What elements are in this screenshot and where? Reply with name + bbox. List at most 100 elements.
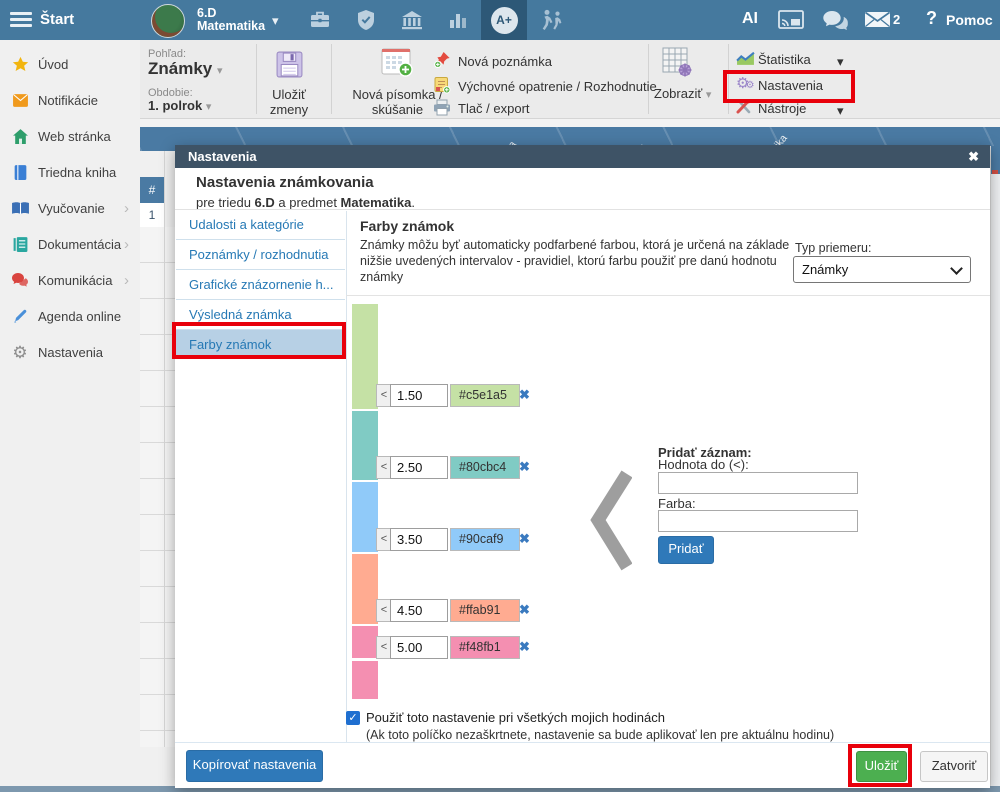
sidebar-item-label: Agenda online — [38, 309, 121, 324]
class-avatar[interactable] — [151, 4, 185, 38]
star-icon — [9, 56, 31, 73]
new-note-button[interactable]: Nová poznámka — [458, 54, 552, 69]
modal-nav-udalosti-a-kategorie[interactable]: Udalosti a kategórie — [176, 210, 345, 239]
shield-check-icon[interactable] — [343, 0, 389, 40]
close-button[interactable]: Zatvoriť — [920, 751, 988, 782]
delete-rule-icon[interactable]: ✖ — [519, 459, 530, 475]
sidebar-item-web-stranka[interactable]: Web stránka — [0, 118, 140, 154]
chevron-right-icon: › — [124, 236, 129, 253]
menu-icon[interactable] — [10, 12, 32, 28]
rule-color-swatch: #80cbc4 — [450, 456, 520, 479]
print-export-button[interactable]: Tlač / export — [458, 101, 530, 116]
class-subject-selector[interactable]: 6.D Matematika — [197, 7, 265, 33]
action-button[interactable]: Výchovné opatrenie / Rozhodnutie — [458, 79, 657, 94]
save-button[interactable]: Uložiť — [856, 751, 907, 782]
settings-button[interactable]: Nastavenia — [758, 78, 823, 93]
average-type-label: Typ priemeru: — [795, 241, 871, 255]
background-grade-mark — [992, 170, 998, 174]
attendance-icon[interactable] — [528, 0, 574, 40]
mail-icon[interactable] — [864, 11, 891, 33]
sidebar-item-dokumentacia[interactable]: Dokumentácia› — [0, 226, 140, 262]
dialog-title: Nastavenia — [188, 149, 257, 164]
tools-button[interactable]: Nástroje — [758, 101, 806, 116]
institution-icon[interactable] — [389, 0, 435, 40]
view-selector[interactable]: Známky ▾ — [148, 59, 223, 79]
sidebar-item-label: Triedna kniha — [38, 165, 116, 180]
statistics-button[interactable]: Štatistika — [758, 52, 811, 67]
briefcase-icon[interactable] — [297, 0, 343, 40]
add-value-label: Hodnota do (<): — [658, 457, 749, 472]
add-value-input[interactable] — [658, 472, 858, 494]
edupage-grades-page: Štart 6.D Matematika ▾ A+ AI — [0, 0, 1000, 792]
rule-color-swatch: #ffab91 — [450, 599, 520, 622]
add-color-input[interactable] — [658, 510, 858, 532]
color-bar-segment — [352, 411, 378, 480]
document-icon — [9, 236, 31, 253]
new-test-button[interactable]: Nová písomka / skúšanie — [350, 87, 445, 117]
sidebar-item-vyucovanie[interactable]: Vyučovanie› — [0, 190, 140, 226]
sidebar-item-komunikacia[interactable]: Komunikácia› — [0, 262, 140, 298]
chevron-down-icon[interactable]: ▾ — [837, 103, 844, 119]
sidebar-item-agenda-online[interactable]: Agenda online — [0, 298, 140, 334]
ai-button[interactable]: AI — [742, 10, 758, 28]
start-button[interactable]: Štart — [40, 11, 74, 28]
color-bar-segment — [352, 554, 378, 624]
sidebar-item-label: Web stránka — [38, 129, 111, 144]
action-icon — [433, 76, 451, 99]
modal-nav-vysledna-znamka[interactable]: Výsledná známka — [176, 299, 345, 329]
settings-gears-icon: ⚙⚙ — [736, 74, 754, 92]
chevron-down-icon[interactable]: ▾ — [837, 54, 844, 70]
rule-value-input[interactable] — [390, 636, 448, 659]
delete-rule-icon[interactable]: ✖ — [519, 387, 530, 403]
sidebar-item-notifikacie[interactable]: Notifikácie — [0, 82, 140, 118]
sidebar-item-label: Úvod — [38, 57, 68, 72]
grades-tab[interactable]: A+ — [481, 0, 527, 40]
sidebar-item-triedna-kniha[interactable]: Triedna kniha — [0, 154, 140, 190]
section-description: Známky môžu byť automaticky podfarbené f… — [360, 237, 812, 285]
apply-all-checkbox[interactable]: ✓ — [346, 711, 360, 725]
help-button[interactable]: Pomoc — [946, 12, 993, 28]
grades-toolbar: Pohľad: Známky ▾ Obdobie: 1. polrok ▾ Ul… — [140, 40, 1000, 119]
sidebar-item-uvod[interactable]: Úvod — [0, 46, 140, 82]
color-bar-segment — [352, 304, 378, 409]
chevron-down-icon[interactable]: ▾ — [272, 13, 279, 29]
rule-value-input[interactable] — [390, 528, 448, 551]
period-selector[interactable]: 1. polrok ▾ — [148, 98, 211, 113]
sidebar: Úvod Notifikácie Web stránka Triedna kniha V… — [0, 40, 141, 792]
save-changes-button[interactable]: Uložiť zmeny — [259, 87, 319, 117]
rule-color-swatch: #90caf9 — [450, 528, 520, 551]
notebook-icon — [9, 164, 31, 181]
color-bar-segment — [352, 661, 378, 699]
statistics-icon — [736, 51, 755, 71]
average-type-select[interactable]: Známky — [793, 256, 971, 283]
bar-chart-icon[interactable] — [435, 0, 481, 40]
modal-nav-poznamky-rozhodnutia[interactable]: Poznámky / rozhodnutia — [176, 239, 345, 269]
rule-value-input[interactable] — [390, 384, 448, 407]
copy-settings-button[interactable]: Kopírovať nastavenia — [186, 750, 323, 782]
table-grid-rows — [140, 227, 175, 747]
envelope-icon — [9, 93, 31, 108]
chat-icon[interactable] — [822, 10, 849, 35]
help-icon[interactable]: ? — [926, 8, 937, 29]
modal-nav-graficke-znazornenie-h[interactable]: Grafické znázornenie h... — [176, 269, 345, 299]
rule-value-input[interactable] — [390, 599, 448, 622]
delete-rule-icon[interactable]: ✖ — [519, 531, 530, 547]
close-icon[interactable]: ✖ — [968, 145, 979, 168]
screencast-icon[interactable] — [778, 10, 804, 35]
apply-all-note: (Ak toto políčko nezaškrtnete, nastaveni… — [366, 728, 834, 742]
index-column-header: # — [140, 177, 164, 203]
dialog-titlebar: Nastavenia ✖ — [175, 145, 990, 168]
add-button[interactable]: Pridať — [658, 536, 714, 564]
delete-rule-icon[interactable]: ✖ — [519, 602, 530, 618]
sidebar-item-nastavenia[interactable]: ⚙Nastavenia — [0, 334, 140, 370]
modal-nav-farby-znamok[interactable]: Farby známok — [176, 329, 345, 359]
rule-value-input[interactable] — [390, 456, 448, 479]
grades-icon: A+ — [491, 7, 518, 34]
settings-dialog: Nastavenia ✖ Nastavenia známkovania pre … — [175, 145, 990, 788]
delete-rule-icon[interactable]: ✖ — [519, 639, 530, 655]
color-bar-segment — [352, 626, 378, 658]
display-button[interactable]: Zobraziť ▾ — [654, 86, 711, 101]
sidebar-item-label: Dokumentácia — [38, 237, 121, 252]
add-color-label: Farba: — [658, 496, 696, 511]
apply-left-chevron-icon[interactable] — [590, 468, 632, 573]
